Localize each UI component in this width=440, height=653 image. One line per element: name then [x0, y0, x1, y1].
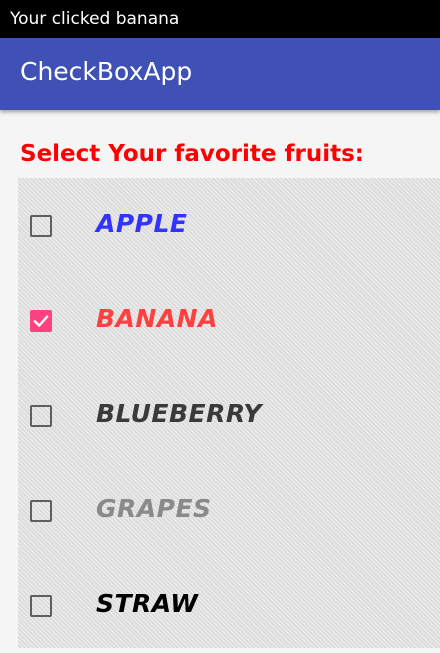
fruit-checkbox-banana[interactable]: BANANA: [18, 273, 440, 368]
checkbox-icon[interactable]: [30, 405, 52, 427]
fruit-label[interactable]: BANANA: [96, 301, 218, 337]
checkbox-icon[interactable]: [30, 500, 52, 522]
app-title: CheckBoxApp: [20, 57, 193, 86]
checkbox-icon[interactable]: [30, 595, 52, 617]
checkbox-checked-icon[interactable]: [30, 310, 52, 332]
app-bar: CheckBoxApp: [0, 38, 440, 110]
fruit-checkbox-grapes[interactable]: GRAPES: [18, 463, 440, 558]
fruit-checkbox-apple[interactable]: APPLE: [18, 178, 440, 273]
checkbox-icon[interactable]: [30, 215, 52, 237]
status-bar: Your clicked banana: [0, 0, 440, 38]
fruit-label[interactable]: GRAPES: [96, 491, 212, 527]
toast-message: Your clicked banana: [10, 9, 180, 29]
fruit-checkbox-list: APPLE BANANA BLUEBERRY GRAPES STRAW: [18, 178, 440, 648]
checkmark-icon: [33, 315, 49, 328]
fruit-label[interactable]: APPLE: [96, 206, 188, 242]
fruit-label[interactable]: BLUEBERRY: [96, 396, 262, 432]
fruit-label[interactable]: STRAW: [96, 586, 198, 622]
fruit-checkbox-straw[interactable]: STRAW: [18, 558, 440, 653]
section-heading: Select Your favorite fruits:: [20, 141, 364, 167]
fruit-checkbox-blueberry[interactable]: BLUEBERRY: [18, 368, 440, 463]
